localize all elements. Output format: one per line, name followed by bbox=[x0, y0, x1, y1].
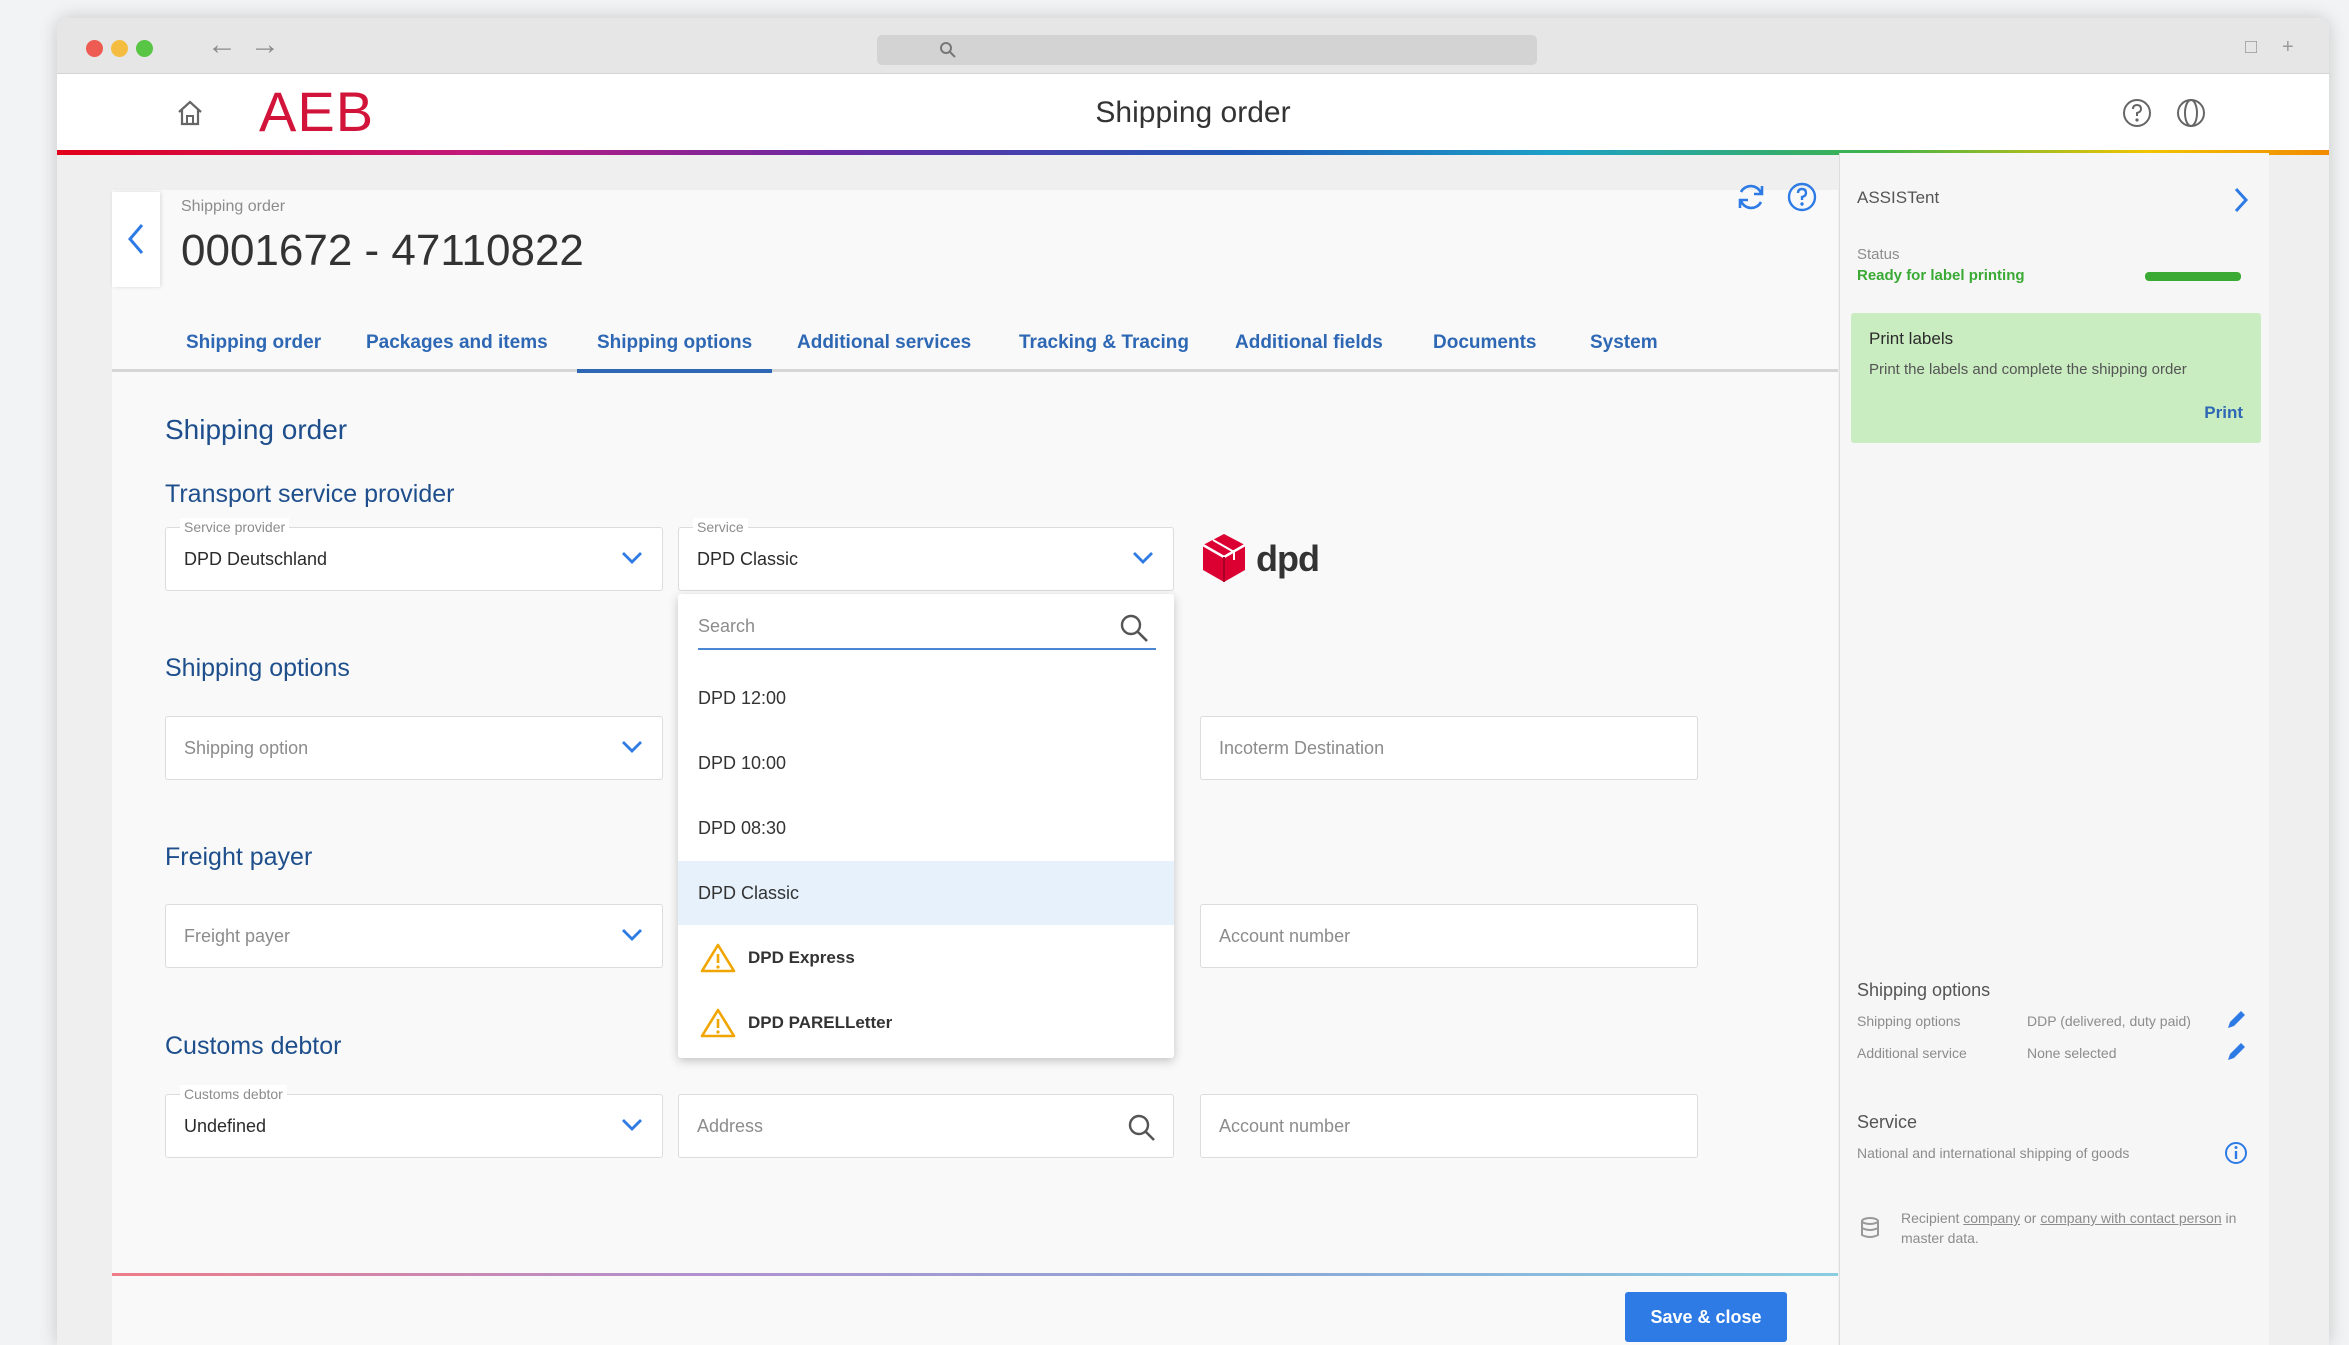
customs-debtor-select[interactable]: Customs debtor Undefined bbox=[165, 1085, 663, 1158]
chevron-right-icon[interactable] bbox=[2231, 185, 2251, 215]
shipping-option-select[interactable]: Shipping option bbox=[165, 716, 663, 780]
field-placeholder: Account number bbox=[1219, 926, 1351, 946]
summary-key: Additional service bbox=[1857, 1045, 1967, 1061]
status-progress-bar bbox=[2145, 272, 2241, 281]
close-window-button[interactable] bbox=[86, 40, 103, 57]
tab-packages-and-items[interactable]: Packages and items bbox=[366, 332, 548, 354]
field-placeholder: Account number bbox=[1219, 1116, 1351, 1136]
tab-bar: Shipping order Packages and items Shippi… bbox=[112, 318, 1838, 373]
service-provider-select[interactable]: Service provider DPD Deutschland bbox=[165, 518, 663, 591]
transport-title: Transport service provider bbox=[165, 480, 455, 508]
master-data-note: Recipient company or company with contac… bbox=[1901, 1210, 2237, 1246]
help-icon[interactable] bbox=[2121, 97, 2153, 129]
globe-icon[interactable] bbox=[2175, 97, 2207, 129]
share-icon[interactable]: □ bbox=[2245, 36, 2257, 59]
company-with-contact-link[interactable]: company with contact person bbox=[2040, 1210, 2221, 1226]
assistant-title: ASSISTent bbox=[1857, 188, 1940, 207]
search-icon bbox=[940, 42, 956, 58]
info-icon[interactable] bbox=[2224, 1141, 2248, 1165]
browser-back-icon[interactable]: ← bbox=[207, 30, 237, 60]
minimize-window-button[interactable] bbox=[111, 40, 128, 57]
field-placeholder: Address bbox=[697, 1116, 764, 1136]
tab-documents[interactable]: Documents bbox=[1433, 332, 1536, 354]
status-label: Status bbox=[1857, 246, 1900, 263]
tab-additional-services[interactable]: Additional services bbox=[797, 332, 971, 354]
summary-value: None selected bbox=[2027, 1045, 2117, 1061]
field-value: DPD Classic bbox=[697, 549, 799, 569]
chevron-down-icon bbox=[622, 929, 642, 941]
dropdown-option[interactable]: DPD PARELLetter bbox=[678, 991, 1174, 1055]
database-icon bbox=[1861, 1217, 1879, 1238]
incoterm-destination-field[interactable]: Incoterm Destination bbox=[1200, 716, 1698, 780]
print-card-description: Print the labels and complete the shippi… bbox=[1869, 361, 2187, 378]
tab-shipping-options[interactable]: Shipping options bbox=[576, 332, 773, 373]
tab-shipping-order[interactable]: Shipping order bbox=[186, 332, 321, 354]
debtor-account-number-field[interactable]: Account number bbox=[1200, 1094, 1698, 1158]
dropdown-option-selected[interactable]: DPD Classic bbox=[678, 861, 1174, 925]
tab-additional-fields[interactable]: Additional fields bbox=[1235, 332, 1383, 354]
service-description: National and international shipping of g… bbox=[1857, 1145, 2130, 1161]
dropdown-search bbox=[698, 610, 1156, 650]
summary-value: DDP (delivered, duty paid) bbox=[2027, 1013, 2191, 1029]
order-number: 0001672 - 47110822 bbox=[181, 226, 584, 275]
address-bar[interactable] bbox=[877, 35, 1537, 65]
field-value: Undefined bbox=[184, 1116, 267, 1136]
field-placeholder: Shipping option bbox=[184, 738, 309, 758]
field-placeholder: Incoterm Destination bbox=[1219, 738, 1385, 758]
warning-icon bbox=[700, 1008, 736, 1038]
company-link[interactable]: company bbox=[1963, 1210, 2020, 1226]
dropdown-option[interactable]: DPD 12:00 bbox=[678, 666, 1174, 730]
search-icon[interactable] bbox=[1127, 1113, 1157, 1143]
field-label: Service provider bbox=[180, 518, 290, 536]
section-title: Shipping order bbox=[165, 414, 348, 445]
field-value: DPD Deutschland bbox=[184, 549, 328, 569]
tab-system[interactable]: System bbox=[1590, 332, 1658, 354]
assistant-service-title: Service bbox=[1857, 1112, 1918, 1132]
app-title: Shipping order bbox=[1095, 96, 1291, 129]
new-tab-icon[interactable]: + bbox=[2282, 36, 2294, 59]
service-select[interactable]: Service DPD Classic bbox=[678, 518, 1174, 591]
print-link[interactable]: Print bbox=[2204, 403, 2243, 423]
summary-key: Shipping options bbox=[1857, 1013, 1961, 1029]
chevron-down-icon bbox=[622, 1119, 642, 1131]
save-close-button[interactable]: Save & close bbox=[1625, 1292, 1787, 1342]
chevron-down-icon bbox=[622, 552, 642, 564]
browser-chrome: ← → □ + bbox=[57, 18, 2329, 74]
search-icon[interactable] bbox=[1118, 612, 1150, 644]
dropdown-option[interactable]: DPD 08:30 bbox=[678, 796, 1174, 860]
freight-account-number-field[interactable]: Account number bbox=[1200, 904, 1698, 968]
footer-divider bbox=[112, 1273, 1838, 1276]
status-value: Ready for label printing bbox=[1857, 267, 2025, 284]
field-label: Customs debtor bbox=[180, 1085, 287, 1103]
refresh-icon[interactable] bbox=[1734, 180, 1768, 214]
order-subtitle: Shipping order bbox=[181, 198, 286, 215]
freight-payer-title: Freight payer bbox=[165, 843, 313, 871]
help-icon[interactable] bbox=[1785, 180, 1819, 214]
chevron-down-icon bbox=[622, 741, 642, 753]
carrier-logo-text: dpd bbox=[1256, 538, 1320, 579]
assistant-shipping-options-title: Shipping options bbox=[1857, 980, 1991, 1000]
back-button[interactable] bbox=[112, 192, 160, 287]
chevron-left-icon bbox=[128, 224, 144, 254]
edit-icon[interactable] bbox=[2224, 1008, 2248, 1032]
print-labels-card: Print labels Print the labels and comple… bbox=[1851, 313, 2261, 443]
customs-debtor-title: Customs debtor bbox=[165, 1032, 342, 1060]
maximize-window-button[interactable] bbox=[136, 40, 153, 57]
edit-icon[interactable] bbox=[2224, 1040, 2248, 1064]
browser-forward-icon[interactable]: → bbox=[250, 30, 280, 60]
dropdown-option[interactable]: DPD 10:00 bbox=[678, 731, 1174, 795]
service-dropdown: DPD 12:00 DPD 10:00 DPD 08:30 DPD Classi… bbox=[678, 594, 1174, 1058]
dropdown-option[interactable]: DPD Express bbox=[678, 926, 1174, 990]
dpd-logo-icon bbox=[1202, 534, 1246, 582]
address-field[interactable]: Address bbox=[678, 1094, 1174, 1158]
field-placeholder: Freight payer bbox=[184, 926, 291, 946]
shipping-options-title: Shipping options bbox=[165, 654, 350, 682]
dropdown-search-input[interactable] bbox=[698, 616, 1098, 637]
chevron-down-icon bbox=[1133, 552, 1153, 564]
print-card-title: Print labels bbox=[1869, 329, 1954, 348]
warning-icon bbox=[700, 943, 736, 973]
tab-tracking-tracing[interactable]: Tracking & Tracing bbox=[1019, 332, 1189, 354]
freight-payer-select[interactable]: Freight payer bbox=[165, 904, 663, 968]
field-label: Service bbox=[693, 518, 748, 536]
